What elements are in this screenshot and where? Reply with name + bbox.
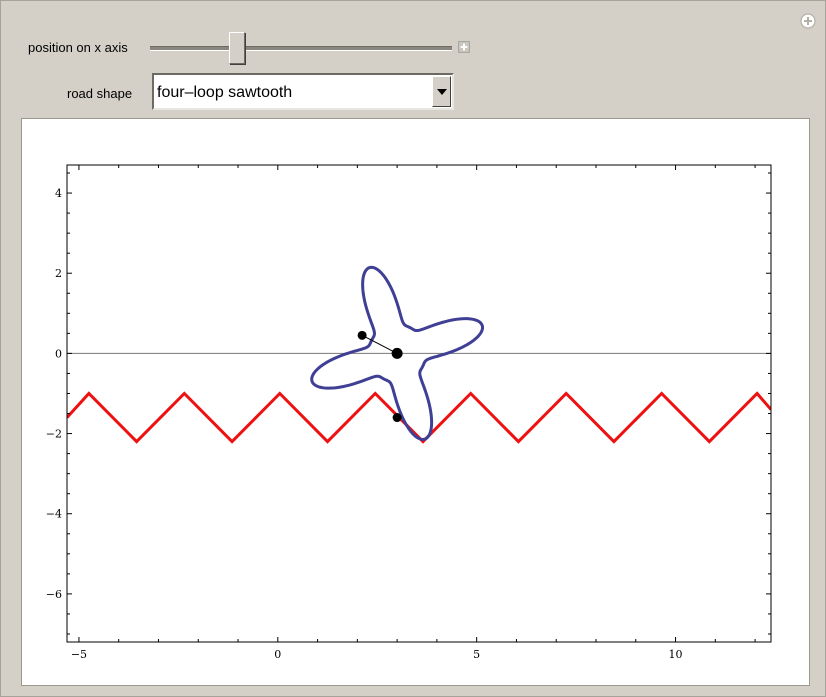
y-tick-label: 4: [55, 187, 62, 200]
wheel-point-1: [357, 330, 367, 340]
y-tick-label: −6: [46, 588, 62, 601]
x-tick-label: 0: [274, 648, 281, 661]
y-tick-label: −4: [46, 508, 62, 521]
plus-square-icon[interactable]: [458, 41, 470, 53]
wheel-point-2: [392, 413, 402, 423]
x-tick-label: 10: [669, 648, 683, 661]
x-tick-label: −5: [71, 648, 87, 661]
road-shape-selected-value: four–loop sawtooth: [157, 84, 293, 101]
plot-panel: −5 0 5 10 4 2 0 −2 −4 −6: [21, 118, 810, 686]
x-tick-label: 5: [473, 648, 480, 661]
plus-circle-icon[interactable]: [800, 13, 816, 29]
y-tick-label: −2: [46, 428, 62, 441]
wheel-point-0: [391, 347, 403, 359]
road-shape-select[interactable]: four–loop sawtooth: [152, 73, 454, 110]
position-slider-track[interactable]: [150, 46, 452, 51]
position-label: position on x axis: [28, 40, 128, 55]
road-sawtooth-line: [67, 391, 771, 444]
triangle-down-icon: [437, 89, 447, 95]
wheel-spoke: [361, 334, 398, 354]
y-tick-label: 0: [55, 347, 62, 360]
dropdown-button[interactable]: [432, 76, 451, 107]
y-tick-label: 2: [55, 267, 62, 280]
position-slider-thumb[interactable]: [229, 32, 245, 64]
road-shape-label: road shape: [67, 86, 133, 101]
plot-area: −5 0 5 10 4 2 0 −2 −4 −6: [46, 164, 772, 661]
demonstration-window: position on x axis road shape four–loop …: [0, 0, 826, 697]
